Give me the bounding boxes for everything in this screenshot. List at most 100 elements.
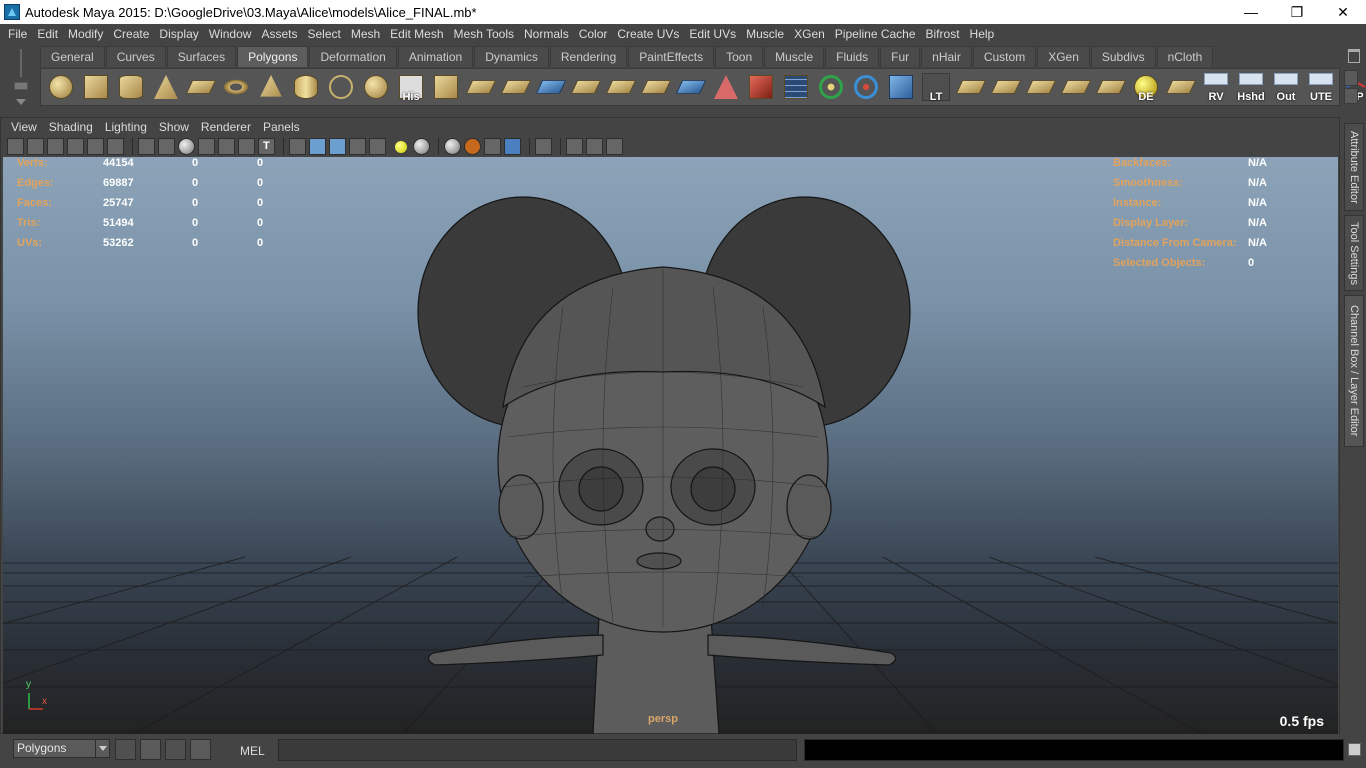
film-gate-icon[interactable] [158, 138, 175, 155]
menu-edit-uvs[interactable]: Edit UVs [684, 27, 741, 41]
shelf-tab-rendering[interactable]: Rendering [549, 46, 628, 67]
menu-create-uvs[interactable]: Create UVs [612, 27, 684, 41]
trash-icon[interactable] [1348, 49, 1360, 63]
default-material-icon[interactable] [349, 138, 366, 155]
lights-icon[interactable] [395, 140, 407, 153]
image-plane-icon[interactable] [67, 138, 84, 155]
grease-pencil-icon[interactable] [107, 138, 124, 155]
menu-edit-mesh[interactable]: Edit Mesh [385, 27, 448, 41]
poly-cube-icon[interactable] [80, 71, 112, 103]
menu-mesh[interactable]: Mesh [346, 27, 385, 41]
wireframe-shaded-toggle-icon[interactable] [329, 138, 346, 155]
screen-space-ao-icon[interactable] [444, 138, 461, 155]
shaded-icon[interactable] [309, 138, 326, 155]
menu-muscle[interactable]: Muscle [741, 27, 789, 41]
menu-assets[interactable]: Assets [256, 27, 302, 41]
2d-pan-zoom-icon[interactable] [87, 138, 104, 155]
shelf-script-icon[interactable] [1165, 71, 1197, 103]
combine-icon[interactable] [885, 71, 917, 103]
shelf-tab-subdivs[interactable]: Subdivs [1090, 46, 1156, 67]
shelf-tab-ncloth[interactable]: nCloth [1156, 46, 1214, 67]
perspective-viewport[interactable]: Verts: 44154 0 0 Edges: 69887 0 0 Faces:… [3, 157, 1338, 734]
de-icon[interactable]: DE [1130, 71, 1162, 103]
poly-soccer-ball-icon[interactable] [360, 71, 392, 103]
rv-icon[interactable]: RV [1200, 71, 1232, 103]
shelf-tab-general[interactable]: General [40, 46, 105, 67]
shelf-tab-xgen[interactable]: XGen [1037, 46, 1090, 67]
shelf-tab-fluids[interactable]: Fluids [825, 46, 880, 67]
script-editor-icon[interactable] [140, 739, 161, 760]
smooth-shade-icon[interactable] [198, 138, 215, 155]
close-button[interactable]: ✕ [1320, 0, 1366, 24]
wireframe-icon[interactable] [178, 138, 195, 155]
ute-icon[interactable]: UTE [1305, 71, 1337, 103]
menu-color[interactable]: Color [574, 27, 613, 41]
menu-xgen[interactable]: XGen [789, 27, 830, 41]
script-editor-open-icon[interactable] [1348, 743, 1361, 756]
shelf-tab-painteffects[interactable]: PaintEffects [628, 46, 715, 67]
shelf-tab-deformation[interactable]: Deformation [309, 46, 397, 67]
menu-help[interactable]: Help [965, 27, 1000, 41]
xray-icon[interactable] [238, 138, 255, 155]
uv-icon-blue[interactable] [850, 71, 882, 103]
shelf-tab-curves[interactable]: Curves [105, 46, 166, 67]
camera-attributes-icon[interactable] [27, 138, 44, 155]
insert-edge-loop-icon[interactable] [605, 71, 637, 103]
isolate-select-icon[interactable] [289, 138, 306, 155]
textures-icon[interactable] [369, 138, 386, 155]
out-icon[interactable]: Out [1270, 71, 1302, 103]
shelf-tab-polygons[interactable]: Polygons [237, 46, 309, 67]
panel-menu-renderer[interactable]: Renderer [195, 120, 257, 134]
poly-cylinder-icon[interactable] [115, 71, 147, 103]
shelf-menu-arrow-icon[interactable] [16, 99, 26, 105]
textured-icon[interactable] [258, 138, 275, 155]
menu-file[interactable]: File [3, 27, 32, 41]
planar-mapping-icon[interactable] [955, 71, 987, 103]
shelf-scroll-down-icon[interactable] [1344, 88, 1358, 104]
poly-cone-icon[interactable] [150, 71, 182, 103]
shadows-icon[interactable] [413, 138, 430, 155]
shelf-tab-muscle[interactable]: Muscle [764, 46, 825, 67]
poly-torus-icon[interactable] [220, 71, 252, 103]
menu-display[interactable]: Display [154, 27, 203, 41]
wireframe-on-shaded-icon[interactable] [218, 138, 235, 155]
hshd-icon[interactable]: Hshd [1235, 71, 1267, 103]
poly-pyramid-icon[interactable] [255, 71, 287, 103]
maximize-button[interactable]: ❐ [1274, 0, 1320, 24]
select-tool-icon[interactable] [535, 138, 552, 155]
layout-single-icon[interactable] [566, 138, 583, 155]
append-polygon-icon[interactable] [535, 71, 567, 103]
poly-sphere-icon[interactable] [45, 71, 77, 103]
depth-of-field-icon[interactable] [504, 138, 521, 155]
bookmarks-icon[interactable] [47, 138, 64, 155]
split-polygon-icon[interactable] [570, 71, 602, 103]
uv-editor-icon[interactable] [1095, 71, 1127, 103]
shelf-scroll-up-icon[interactable] [1344, 70, 1358, 86]
snap-icon[interactable] [115, 739, 136, 760]
menu-edit[interactable]: Edit [32, 27, 63, 41]
mirror-geometry-icon[interactable] [710, 71, 742, 103]
tab-channel-box-layer-editor[interactable]: Channel Box / Layer Editor [1344, 295, 1364, 447]
tab-attribute-editor[interactable]: Attribute Editor [1344, 123, 1364, 211]
offset-edge-loop-icon[interactable] [640, 71, 672, 103]
reduce-icon[interactable] [675, 71, 707, 103]
bevel-icon[interactable] [465, 71, 497, 103]
grid-icon[interactable] [138, 138, 155, 155]
command-line-input[interactable] [278, 739, 797, 761]
shelf-tab-animation[interactable]: Animation [397, 46, 474, 67]
menu-bifrost[interactable]: Bifrost [921, 27, 965, 41]
menu-create[interactable]: Create [108, 27, 154, 41]
anti-aliasing-icon[interactable] [484, 138, 501, 155]
panel-menu-show[interactable]: Show [153, 120, 195, 134]
shelf-handle[interactable] [8, 47, 36, 109]
menu-window[interactable]: Window [204, 27, 257, 41]
sculpt-geometry-icon[interactable] [745, 71, 777, 103]
layout-quad-icon[interactable] [586, 138, 603, 155]
poly-helix-icon[interactable] [325, 71, 357, 103]
cylindrical-mapping-icon[interactable] [990, 71, 1022, 103]
tab-tool-settings[interactable]: Tool Settings [1344, 215, 1364, 291]
menu-set-dropdown[interactable]: Polygons [13, 739, 110, 758]
poly-pipe-icon[interactable] [290, 71, 322, 103]
shelf-tab-nhair[interactable]: nHair [921, 46, 972, 67]
extrude-icon[interactable] [430, 71, 462, 103]
